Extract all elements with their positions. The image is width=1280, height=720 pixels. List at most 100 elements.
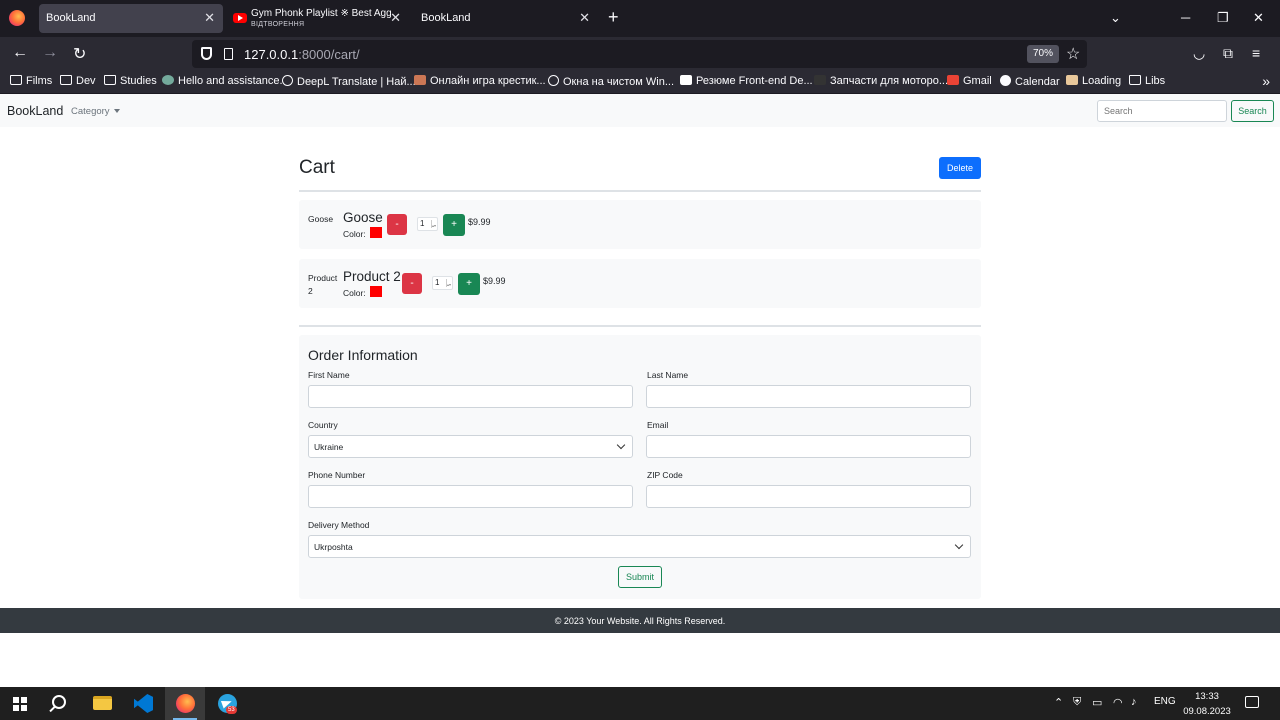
bookmark-label: Gmail bbox=[963, 75, 992, 87]
search-button[interactable]: Search bbox=[1231, 100, 1274, 122]
bookmark-loading[interactable]: Loading bbox=[1066, 75, 1121, 87]
delivery-label: Delivery Method bbox=[308, 520, 370, 530]
color-swatch bbox=[370, 286, 382, 297]
bookmark-moto[interactable]: Запчасти для мотоpo... bbox=[814, 75, 948, 87]
bookmark-gmail[interactable]: Gmail bbox=[947, 75, 992, 87]
chevron-right-double-icon[interactable]: » bbox=[1262, 73, 1270, 89]
bookmark-game[interactable]: Онлайн игра крестик... bbox=[414, 75, 546, 87]
product-name: Product 2 bbox=[343, 269, 401, 284]
first-name-label: First Name bbox=[308, 370, 350, 380]
back-icon[interactable]: ← bbox=[12, 44, 28, 62]
bookmark-dev[interactable]: Dev bbox=[60, 75, 96, 87]
close-icon[interactable]: ✕ bbox=[579, 10, 590, 26]
clock-time: 13:33 bbox=[1195, 691, 1219, 702]
notifications-icon[interactable] bbox=[1245, 696, 1259, 708]
increase-button[interactable]: + bbox=[458, 273, 480, 295]
tray-overflow-icon[interactable]: ⌃ bbox=[1054, 696, 1063, 709]
decrease-button[interactable]: - bbox=[402, 273, 422, 294]
tab-bookland-active[interactable]: BookLand ✕ bbox=[39, 4, 223, 33]
bookmark-label: Dev bbox=[76, 75, 96, 87]
delivery-value: Ukrposhta bbox=[314, 542, 353, 552]
bookmark-studies[interactable]: Studies bbox=[104, 75, 157, 87]
folder-icon bbox=[60, 75, 72, 85]
file-explorer-icon[interactable] bbox=[93, 696, 112, 710]
clock[interactable]: 13:33 09.08.2023 bbox=[1181, 689, 1233, 719]
bookmark-label: Запчасти для мотоpo... bbox=[830, 75, 949, 87]
bookmark-chatgpt[interactable]: Hello and assistance. bbox=[162, 75, 283, 87]
site-brand[interactable]: BookLand bbox=[7, 104, 63, 118]
url-text[interactable]: 127.0.0.1:8000/cart/ bbox=[244, 47, 360, 62]
new-tab-button[interactable]: + bbox=[608, 7, 619, 28]
url-path: :8000/cart/ bbox=[298, 47, 360, 62]
zoom-level[interactable]: 70% bbox=[1027, 45, 1060, 63]
wifi-icon[interactable]: ◠ bbox=[1113, 696, 1123, 709]
bookmark-deepl[interactable]: DeepL Translate | Най... bbox=[282, 75, 416, 88]
spinner-icon[interactable]: ▴▾ bbox=[431, 220, 436, 228]
delete-button[interactable]: Delete bbox=[939, 157, 981, 179]
tab-title: BookLand bbox=[421, 12, 471, 24]
tab-list-icon[interactable]: ⌄ bbox=[1110, 10, 1121, 26]
security-icon[interactable]: ⛨ bbox=[1073, 696, 1081, 709]
zip-field[interactable] bbox=[646, 485, 971, 508]
search-icon[interactable] bbox=[52, 695, 66, 709]
close-icon[interactable]: ✕ bbox=[204, 10, 215, 26]
cart-item: Product 2 Product 2 Color: - 1 ▴▾ + $9.99 bbox=[299, 259, 981, 308]
firefox-icon[interactable] bbox=[9, 10, 25, 26]
bookmark-star-icon[interactable]: ☆ bbox=[1066, 44, 1080, 64]
submit-button[interactable]: Submit bbox=[618, 566, 662, 588]
product-name: Goose bbox=[343, 210, 383, 225]
product-image-alt: Product 2 bbox=[308, 273, 338, 296]
quantity-input[interactable]: 1 ▴▾ bbox=[417, 217, 438, 231]
window-close-icon[interactable]: ✕ bbox=[1253, 10, 1264, 26]
windows-start-icon[interactable] bbox=[13, 697, 27, 711]
increase-button[interactable]: + bbox=[443, 214, 465, 236]
quantity-input[interactable]: 1 ▴▾ bbox=[432, 276, 453, 290]
phone-field[interactable] bbox=[308, 485, 633, 508]
bookmark-label: Hello and assistance. bbox=[178, 75, 283, 87]
last-name-field[interactable] bbox=[646, 385, 971, 408]
tab-youtube[interactable]: Gym Phonk Playlist ※ Best Aggr ВІДТВОРЕН… bbox=[233, 4, 409, 33]
forward-icon[interactable]: → bbox=[42, 44, 58, 62]
pocket-icon[interactable]: ◡ bbox=[1193, 45, 1205, 62]
spinner-icon[interactable]: ▴▾ bbox=[446, 279, 451, 287]
bookmark-label: Loading bbox=[1082, 75, 1122, 87]
bookmark-label: Онлайн игра крестик... bbox=[430, 75, 546, 87]
divider bbox=[299, 190, 981, 192]
shield-icon[interactable] bbox=[201, 47, 212, 60]
search-input[interactable] bbox=[1097, 100, 1227, 122]
bookmark-label: Studies bbox=[120, 75, 157, 87]
chevron-down-icon bbox=[954, 540, 964, 550]
volume-icon[interactable]: ♪ bbox=[1131, 696, 1137, 708]
category-dropdown[interactable]: Category bbox=[71, 106, 120, 117]
menu-icon[interactable]: ≡ bbox=[1252, 45, 1260, 61]
delivery-select[interactable]: Ukrposhta bbox=[308, 535, 971, 558]
minimize-icon[interactable]: ─ bbox=[1181, 10, 1190, 25]
address-bar[interactable]: 127.0.0.1:8000/cart/ 70% ☆ bbox=[192, 40, 1087, 68]
tab-title: BookLand bbox=[46, 12, 96, 24]
bookmark-libs[interactable]: Libs bbox=[1129, 75, 1165, 87]
reload-icon[interactable]: ↻ bbox=[73, 44, 86, 64]
decrease-button[interactable]: - bbox=[387, 214, 407, 235]
bookmark-films[interactable]: Films bbox=[10, 75, 52, 87]
tab-bookland[interactable]: BookLand ✕ bbox=[414, 4, 598, 33]
restore-icon[interactable]: ❐ bbox=[1217, 10, 1229, 26]
language-indicator[interactable]: ENG bbox=[1154, 696, 1176, 707]
bookmark-windows[interactable]: Окна на чистом Win... bbox=[548, 75, 674, 88]
globe-icon bbox=[282, 75, 293, 86]
battery-icon[interactable]: ▭ bbox=[1092, 696, 1102, 709]
browser-toolbar: ← → ↻ 127.0.0.1:8000/cart/ 70% ☆ ◡ ⧉ ≡ bbox=[0, 37, 1280, 71]
product-price: $9.99 bbox=[483, 276, 506, 286]
bookmark-dou[interactable]: Резюме Front-end De... bbox=[680, 75, 813, 87]
folder-icon bbox=[104, 75, 116, 85]
email-field[interactable] bbox=[646, 435, 971, 458]
order-title: Order Information bbox=[308, 347, 418, 363]
country-select[interactable]: Ukraine bbox=[308, 435, 633, 458]
extensions-icon[interactable]: ⧉ bbox=[1223, 45, 1233, 62]
close-icon[interactable]: ✕ bbox=[390, 10, 401, 26]
firefox-icon[interactable] bbox=[176, 694, 195, 713]
phone-label: Phone Number bbox=[308, 470, 366, 480]
first-name-field[interactable] bbox=[308, 385, 633, 408]
bookmark-calendar[interactable]: Calendar bbox=[1000, 75, 1060, 88]
folder-icon bbox=[10, 75, 22, 85]
page-info-icon[interactable] bbox=[224, 48, 233, 60]
